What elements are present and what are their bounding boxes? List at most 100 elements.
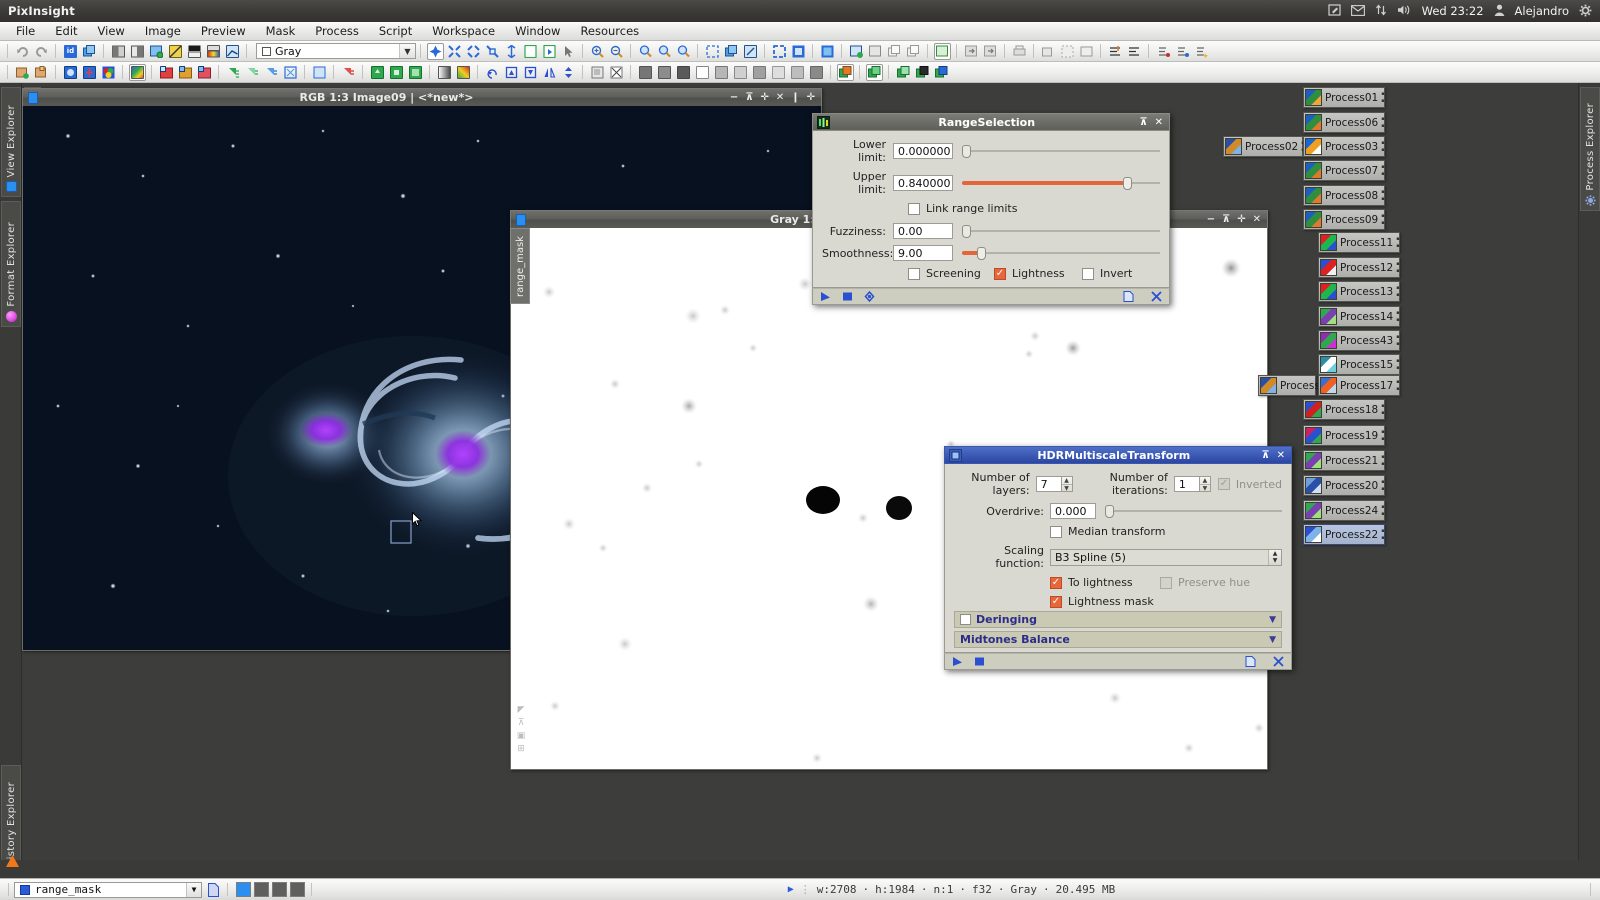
dock-tab-process-explorer[interactable]: Process Explorer (1580, 87, 1600, 211)
zoom-1-2-view-button[interactable] (656, 43, 673, 60)
close-3d-button[interactable] (407, 64, 424, 81)
menu-preview[interactable]: Preview (191, 22, 256, 40)
window-resize-button[interactable] (742, 43, 759, 60)
zoom-optimal-button[interactable] (503, 43, 520, 60)
extract-blue-button[interactable] (196, 64, 213, 81)
stepper-buttons[interactable]: ▲ ▼ (1199, 476, 1211, 492)
lower-limit-input[interactable]: 0.000000 (893, 143, 953, 159)
dock-tab-view-explorer[interactable]: View Explorer (1, 87, 21, 197)
slider-handle[interactable] (1123, 177, 1133, 190)
zoom-fit-view-button[interactable] (484, 43, 501, 60)
link-range-limits-checkbox[interactable]: Link range limits (908, 202, 1017, 215)
new-preview-from-button[interactable] (1059, 43, 1076, 60)
overdrive-slider[interactable] (1105, 503, 1282, 519)
select-tool-button[interactable] (560, 43, 577, 60)
copy-view-button[interactable] (1040, 43, 1057, 60)
process-icon-process43[interactable]: Process43 ▪ ▪ (1318, 330, 1400, 351)
keyboard-icon[interactable] (1328, 4, 1341, 18)
process-icon-handle[interactable]: ▪▪ (1381, 91, 1384, 104)
menu-mask[interactable]: Mask (256, 22, 306, 40)
close-button[interactable]: ✕ (776, 92, 784, 103)
collapse-button[interactable]: ⊼ (1139, 117, 1147, 128)
save-as-button[interactable] (886, 43, 903, 60)
workspace-2-button[interactable] (866, 63, 883, 81)
bg-shade-2-button[interactable] (656, 64, 673, 81)
statusbar-swatch-4[interactable] (290, 882, 305, 897)
collapse-button[interactable]: ⊼ (1261, 450, 1269, 461)
zoom-2-1-view-button[interactable] (675, 43, 692, 60)
screen-transfer-function-button[interactable] (224, 43, 241, 60)
mask-show-button[interactable] (282, 64, 299, 81)
process-icon-handle[interactable]: ▪▪ (1381, 479, 1384, 492)
reset-icon[interactable] (1150, 290, 1163, 303)
fuzziness-input[interactable]: 0.00 (893, 223, 953, 239)
apply-global-icon[interactable] (973, 655, 986, 668)
process-icon-process14[interactable]: Process14 ▪ ▪ (1318, 306, 1400, 327)
menu-window[interactable]: Window (505, 22, 570, 40)
upper-limit-input[interactable]: 0.840000 (893, 175, 953, 191)
slider-handle[interactable] (1105, 505, 1114, 518)
edit-process-button[interactable] (1174, 43, 1191, 60)
preview-corner-icon[interactable]: ▣ (517, 731, 526, 741)
reset-icon[interactable] (1272, 655, 1285, 668)
color-saturation-button[interactable] (205, 43, 222, 60)
mail-icon[interactable] (1350, 4, 1365, 18)
invert-checkbox[interactable]: Invert (1082, 267, 1132, 280)
process-icon-handle[interactable]: ▪▪ (1396, 261, 1399, 274)
process-icon-process21[interactable]: Process21 ▪ ▪ (1303, 450, 1385, 471)
extract-red-button[interactable] (158, 64, 175, 81)
histogram-transform-button[interactable] (186, 43, 203, 60)
process-icon-process19[interactable]: Process19 ▪ ▪ (1303, 425, 1385, 446)
number-of-iterations-input[interactable]: 1 (1173, 476, 1200, 492)
workspace-5-button[interactable] (933, 64, 950, 81)
add-process-button[interactable] (1155, 43, 1172, 60)
stepper-down-icon[interactable]: ▼ (1200, 485, 1210, 492)
workspace-4-button[interactable] (914, 64, 931, 81)
upper-limit-slider[interactable] (962, 175, 1160, 191)
zoom-fit-button[interactable] (446, 43, 463, 60)
statusbar-swatch-1[interactable] (236, 882, 251, 897)
menu-image[interactable]: Image (135, 22, 191, 40)
window-arrange-button[interactable] (723, 43, 740, 60)
favorite-process-button[interactable] (1193, 43, 1210, 60)
stepper-up-icon[interactable]: ▲ (1061, 477, 1072, 485)
volume-icon[interactable] (1397, 4, 1412, 18)
chevron-down-icon[interactable]: ▼ (399, 44, 415, 58)
process-icon-handle[interactable]: ▪▪ (1396, 379, 1399, 392)
bg-shade-10-button[interactable] (808, 64, 825, 81)
lightness-mask-checkbox[interactable]: Lightness mask (1050, 595, 1154, 608)
smoothness-slider[interactable] (962, 245, 1160, 261)
statusbar-swatch-2[interactable] (254, 882, 269, 897)
chevron-down-icon[interactable]: ▼ (1269, 615, 1276, 625)
edit-preview-button[interactable] (541, 43, 558, 60)
process-icon-process09[interactable]: Process09 ▪ ▪ (1303, 209, 1385, 230)
process-icon-handle[interactable]: ▪▪ (1381, 429, 1384, 442)
mask-disable-button[interactable] (340, 64, 357, 81)
statusbar-view-selector[interactable]: range_mask ▼ (14, 881, 202, 898)
real-time-preview-icon[interactable] (863, 290, 876, 303)
process-icon-handle[interactable]: ▪▪ (1381, 164, 1384, 177)
save-image-button[interactable] (33, 64, 50, 81)
bg-shade-8-button[interactable] (770, 64, 787, 81)
slider-handle[interactable] (962, 225, 971, 238)
import-button[interactable] (963, 43, 980, 60)
zoom-1-1-view-button[interactable] (637, 43, 654, 60)
process-script-button[interactable] (1107, 43, 1124, 60)
statistics-button[interactable] (110, 43, 127, 60)
chevron-updown-icon[interactable]: ▲ ▼ (1268, 549, 1281, 565)
curves-button[interactable] (167, 43, 184, 60)
duplicate-view-button[interactable] (81, 43, 98, 60)
redo-button[interactable] (33, 43, 50, 60)
close-button[interactable]: ✕ (1253, 214, 1261, 225)
number-of-layers-stepper[interactable]: 7 ▲ ▼ (1035, 476, 1073, 492)
rgb-channels-button[interactable] (129, 63, 146, 81)
process-icon-handle[interactable]: ▪▪ (1381, 528, 1384, 541)
fuzziness-slider[interactable] (962, 223, 1160, 239)
process-icon-process22[interactable]: Process22 ▪ ▪ (1303, 524, 1385, 545)
bg-shade-7-button[interactable] (751, 64, 768, 81)
zoom-in-button[interactable] (589, 43, 606, 60)
menu-file[interactable]: File (6, 22, 45, 40)
scaling-function-select[interactable]: B3 Spline (5) ▲ ▼ (1050, 548, 1282, 566)
save-file-button[interactable] (867, 43, 884, 60)
hdrmultiscaletransform-dialog[interactable]: HDRMultiscaleTransform ⊼ ✕ Number of lay… (944, 446, 1292, 670)
